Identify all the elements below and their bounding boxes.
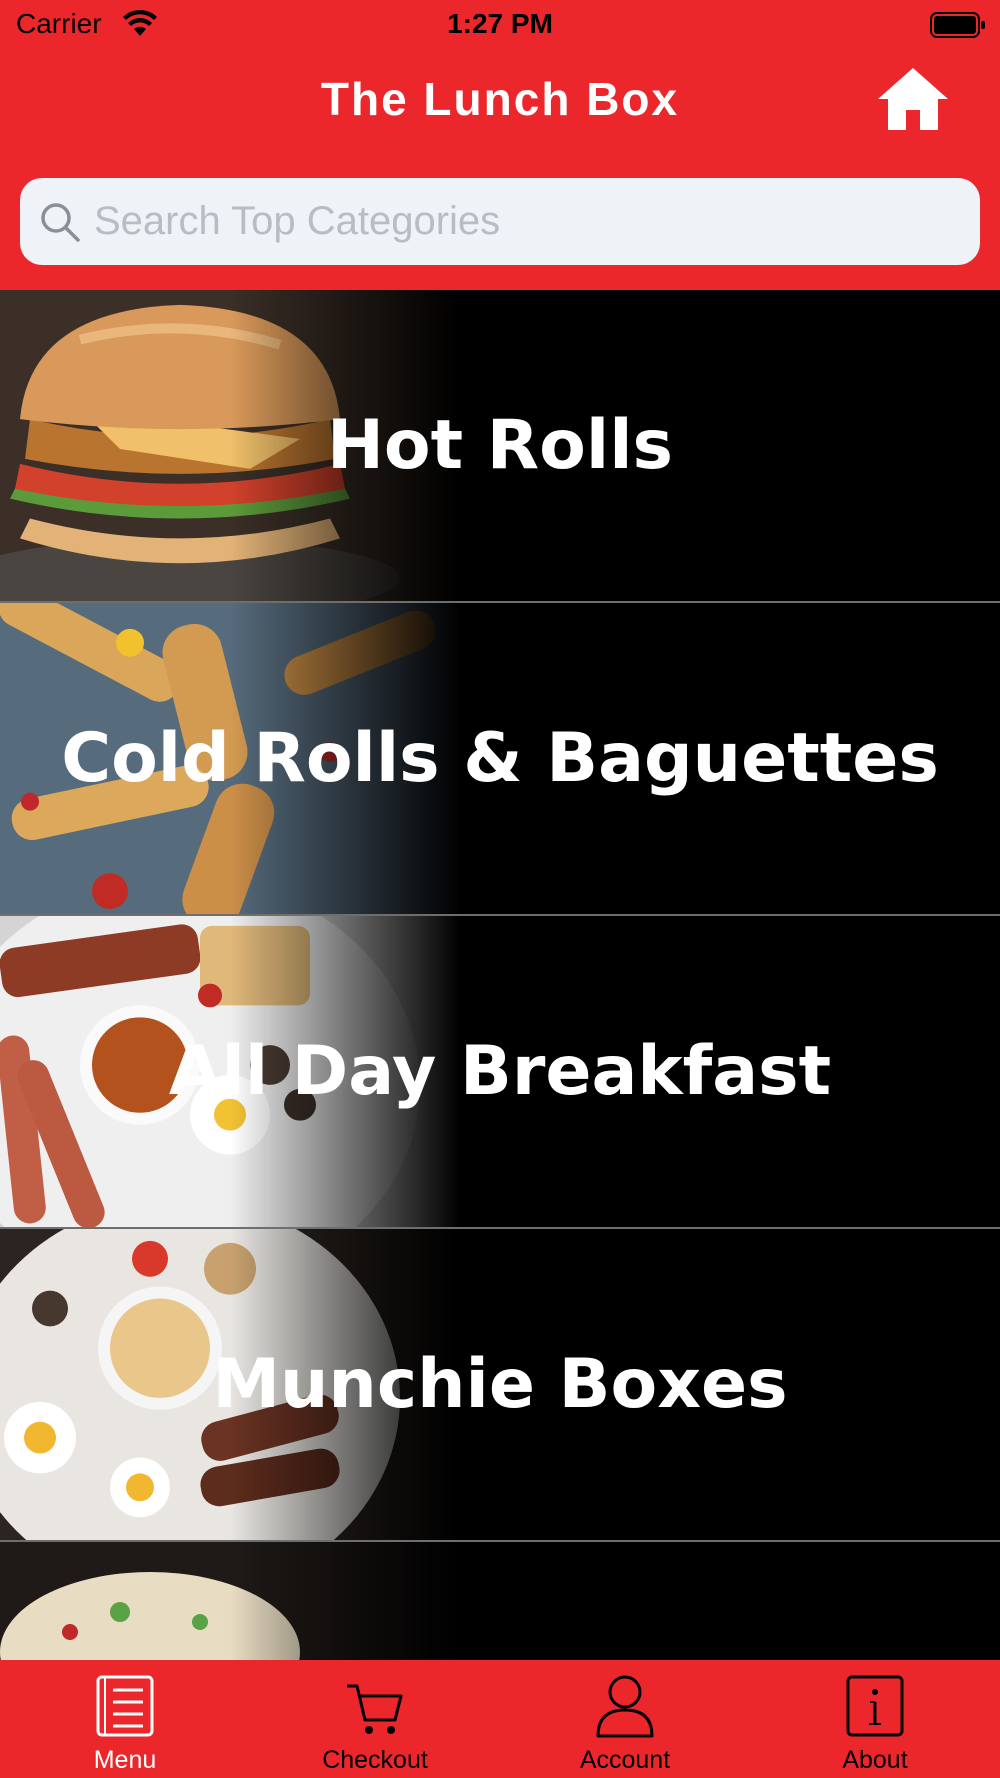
app-header: Carrier 1:27 PM The Lunch Box xyxy=(0,0,1000,290)
status-bar: Carrier 1:27 PM xyxy=(0,0,1000,52)
search-input[interactable] xyxy=(94,191,980,252)
category-hot-rolls[interactable]: Hot Rolls xyxy=(0,290,1000,603)
category-label: Cold Rolls & Baguettes xyxy=(61,719,939,798)
battery-icon xyxy=(930,12,985,38)
user-icon xyxy=(596,1675,654,1738)
category-list: Hot Rolls Cold Rolls & Baguettes All Day… xyxy=(0,290,1000,1660)
category-label xyxy=(0,1542,1000,1660)
tab-account[interactable]: Account xyxy=(500,1660,750,1778)
tab-label: Menu xyxy=(93,1746,157,1774)
tab-about[interactable]: About xyxy=(750,1660,1000,1778)
category-label: Hot Rolls xyxy=(327,406,673,485)
tab-menu[interactable]: Menu xyxy=(0,1660,250,1778)
tab-checkout[interactable]: Checkout xyxy=(250,1660,500,1778)
category-label: Munchie Boxes xyxy=(212,1345,788,1424)
category-munchie-boxes[interactable]: Munchie Boxes xyxy=(0,1229,1000,1542)
search-bar xyxy=(20,178,980,265)
tab-label: Checkout xyxy=(322,1746,428,1774)
search-icon xyxy=(41,202,80,242)
tab-label: About xyxy=(842,1746,908,1774)
category-cold-rolls-baguettes[interactable]: Cold Rolls & Baguettes xyxy=(0,603,1000,916)
tab-label: Account xyxy=(579,1746,671,1774)
tab-bar: Menu Checkout Account About xyxy=(0,1660,1000,1778)
category-all-day-breakfast[interactable]: All Day Breakfast xyxy=(0,916,1000,1229)
category-label: All Day Breakfast xyxy=(168,1032,832,1111)
menu-book-icon xyxy=(96,1675,154,1737)
category-partial[interactable] xyxy=(0,1542,1000,1660)
info-icon xyxy=(846,1675,904,1737)
status-time: 1:27 PM xyxy=(447,8,553,39)
home-icon[interactable] xyxy=(876,66,950,132)
cart-icon xyxy=(347,1684,403,1734)
page-title: The Lunch Box xyxy=(320,73,680,125)
